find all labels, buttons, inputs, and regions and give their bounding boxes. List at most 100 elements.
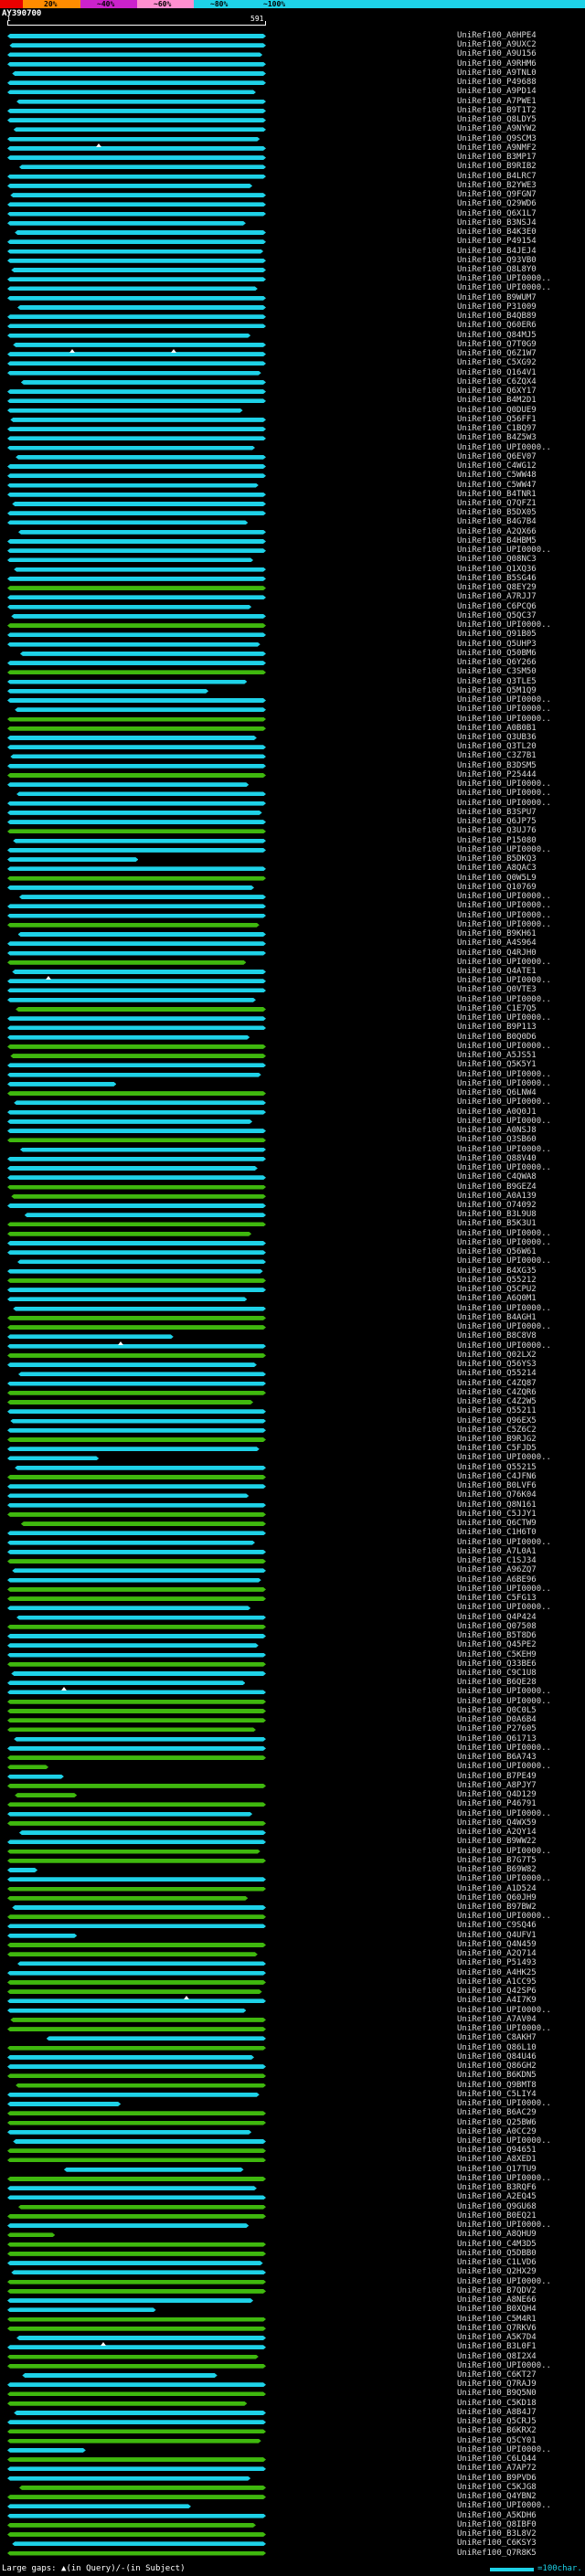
alignment-bar[interactable]	[7, 1119, 252, 1124]
alignment-bar[interactable]	[7, 464, 266, 469]
alignment-bar[interactable]	[7, 2401, 247, 2406]
hit-label[interactable]: UniRef100_UPI0000..	[457, 1145, 551, 1154]
hit-label[interactable]: UniRef100_UPI0000..	[457, 845, 551, 854]
alignment-bar[interactable]	[7, 212, 266, 217]
alignment-bar[interactable]	[12, 2541, 266, 2546]
alignment-bar[interactable]	[7, 1934, 77, 1938]
hit-label[interactable]: UniRef100_B4TNR1	[457, 490, 537, 499]
hit-label[interactable]: UniRef100_Q56W61	[457, 1248, 537, 1256]
alignment-bar[interactable]	[7, 1409, 266, 1414]
alignment-bar[interactable]	[7, 1437, 266, 1442]
alignment-bar[interactable]	[7, 1989, 262, 1994]
hit-label[interactable]: UniRef100_B5T8D6	[457, 1632, 537, 1640]
hit-label[interactable]: UniRef100_UPI0000..	[457, 2174, 551, 2183]
hit-label[interactable]: UniRef100_A7RJJ7	[457, 593, 537, 601]
alignment-bar[interactable]	[7, 1690, 266, 1694]
alignment-bar[interactable]	[7, 249, 263, 254]
hit-label[interactable]: UniRef100_P49688	[457, 79, 537, 87]
alignment-bar[interactable]	[7, 1428, 266, 1433]
alignment-bar[interactable]	[7, 1765, 48, 1769]
hit-label[interactable]: UniRef100_B9RJG2	[457, 1436, 537, 1444]
alignment-bar[interactable]	[16, 2336, 266, 2340]
alignment-bar[interactable]	[7, 2232, 55, 2237]
hit-label[interactable]: UniRef100_Q5K5Y1	[457, 1061, 537, 1069]
alignment-bar[interactable]	[10, 2018, 266, 2022]
alignment-bar[interactable]	[7, 2242, 266, 2247]
alignment-bar[interactable]	[7, 361, 266, 366]
hit-label[interactable]: UniRef100_UPI0000..	[457, 1847, 551, 1856]
alignment-bar[interactable]	[7, 1044, 266, 1049]
alignment-bar[interactable]	[7, 2504, 191, 2508]
alignment-bar[interactable]	[7, 1755, 266, 1760]
hit-label[interactable]: UniRef100_UPI0000..	[457, 958, 551, 967]
alignment-bar[interactable]	[7, 2382, 266, 2387]
alignment-bar[interactable]	[7, 2551, 266, 2556]
hit-label[interactable]: UniRef100_UPI0000..	[457, 1042, 551, 1051]
alignment-bar[interactable]	[7, 1503, 266, 1508]
hit-label[interactable]: UniRef100_A5K7D4	[457, 2334, 537, 2342]
alignment-bar[interactable]	[7, 2448, 86, 2453]
alignment-bar[interactable]	[7, 389, 266, 394]
hit-label[interactable]: UniRef100_Q6XY17	[457, 387, 537, 396]
alignment-bar[interactable]	[7, 1868, 37, 1872]
hit-label[interactable]: UniRef100_B7G7T5	[457, 1856, 537, 1865]
hit-label[interactable]: UniRef100_Q3UJ76	[457, 827, 537, 835]
hit-label[interactable]: UniRef100_A7AP72	[457, 2465, 537, 2473]
alignment-bar[interactable]	[7, 1550, 266, 1554]
alignment-bar[interactable]	[7, 1016, 266, 1021]
alignment-bar[interactable]	[7, 773, 266, 778]
hit-label[interactable]: UniRef100_Q7RKV6	[457, 2324, 537, 2333]
alignment-bar[interactable]	[22, 2373, 217, 2378]
hit-label[interactable]: UniRef100_Q4P424	[457, 1613, 537, 1622]
alignment-bar[interactable]	[9, 43, 266, 48]
alignment-bar[interactable]	[7, 1587, 266, 1592]
hit-label[interactable]: UniRef100_B6KRX2	[457, 2427, 537, 2435]
alignment-bar[interactable]	[7, 1896, 248, 1901]
alignment-bar[interactable]	[7, 1157, 266, 1161]
alignment-bar[interactable]	[7, 988, 266, 992]
alignment-bar[interactable]	[7, 1493, 249, 1498]
alignment-bar[interactable]	[7, 1775, 64, 1779]
hit-label[interactable]: UniRef100_UPI0000..	[457, 780, 551, 789]
hit-label[interactable]: UniRef100_Q7T0G9	[457, 340, 537, 349]
alignment-bar[interactable]	[7, 1456, 99, 1460]
hit-label[interactable]: UniRef100_C9C1U8	[457, 1670, 537, 1678]
alignment-bar[interactable]	[7, 239, 266, 244]
alignment-bar[interactable]	[7, 2009, 246, 2013]
hit-label[interactable]: UniRef100_UPI0000..	[457, 275, 551, 283]
alignment-bar[interactable]	[7, 2157, 266, 2162]
hit-label[interactable]: UniRef100_C6KT27	[457, 2371, 537, 2380]
hit-label[interactable]: UniRef100_B3RQF6	[457, 2184, 537, 2192]
hit-label[interactable]: UniRef100_B9WUM7	[457, 293, 537, 302]
hit-label[interactable]: UniRef100_UPI0000..	[457, 893, 551, 901]
alignment-bar[interactable]	[7, 2532, 266, 2537]
hit-label[interactable]: UniRef100_Q76K04	[457, 1491, 537, 1500]
hit-label[interactable]: UniRef100_Q4YBN2	[457, 2493, 537, 2501]
hit-label[interactable]: UniRef100_A6Q0M1	[457, 1295, 537, 1303]
alignment-bar[interactable]	[7, 398, 266, 403]
hit-label[interactable]: UniRef100_UPI0000..	[457, 443, 551, 452]
alignment-bar[interactable]	[7, 109, 266, 113]
alignment-bar[interactable]	[7, 1334, 174, 1339]
hit-label[interactable]: UniRef100_Q8I2X4	[457, 2352, 537, 2361]
alignment-bar[interactable]	[7, 1850, 261, 1854]
alignment-bar[interactable]	[7, 539, 266, 544]
hit-label[interactable]: UniRef100_B4K3E0	[457, 228, 537, 237]
alignment-bar[interactable]	[7, 866, 266, 871]
alignment-bar[interactable]	[7, 259, 266, 263]
alignment-bar[interactable]	[7, 2289, 266, 2294]
alignment-bar[interactable]	[7, 483, 259, 488]
alignment-bar[interactable]	[7, 473, 266, 478]
alignment-bar[interactable]	[10, 418, 266, 422]
hit-label[interactable]: UniRef100_UPI0000..	[457, 2221, 551, 2230]
hit-label[interactable]: UniRef100_C5M4R1	[457, 2315, 537, 2324]
alignment-bar[interactable]	[7, 1924, 266, 1928]
alignment-bar[interactable]	[7, 1680, 245, 1685]
hit-label[interactable]: UniRef100_Q1XQ36	[457, 565, 537, 574]
hit-label[interactable]: UniRef100_Q5CY01	[457, 2436, 537, 2445]
hit-label[interactable]: UniRef100_C5WW47	[457, 481, 537, 490]
alignment-bar[interactable]	[7, 1971, 266, 1976]
alignment-bar[interactable]	[10, 193, 266, 197]
hit-label[interactable]: UniRef100_B9P113	[457, 1023, 537, 1032]
alignment-bar[interactable]	[7, 1232, 251, 1236]
